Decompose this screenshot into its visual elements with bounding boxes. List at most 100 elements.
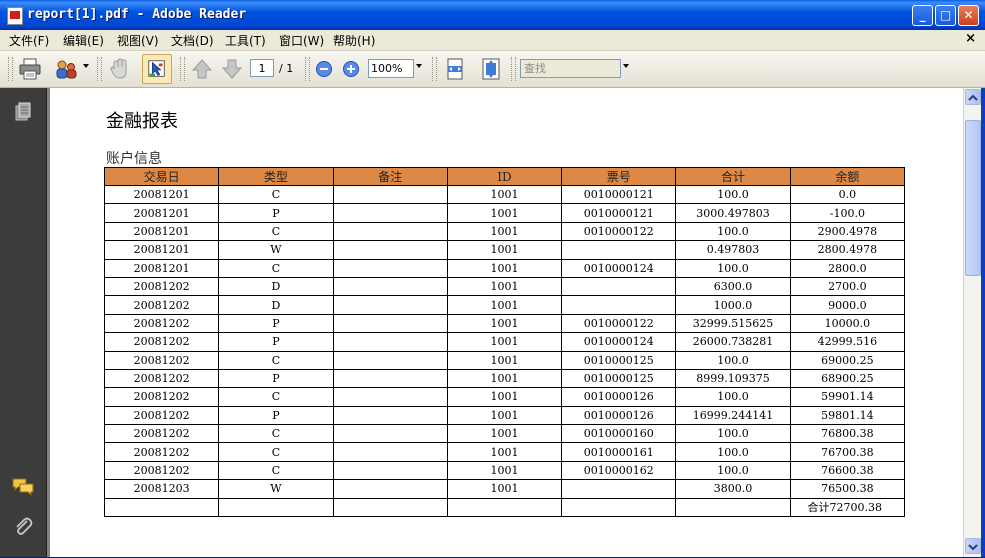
column-header: 合计 bbox=[675, 167, 791, 186]
toolbar-grip[interactable] bbox=[432, 57, 437, 81]
zoom-out-icon[interactable] bbox=[315, 60, 333, 78]
table-cell: 100.0 bbox=[675, 442, 791, 462]
table-cell: 3800.0 bbox=[675, 479, 791, 499]
table-cell bbox=[332, 203, 448, 223]
scroll-up-button[interactable] bbox=[965, 89, 981, 105]
table-cell: 2700.0 bbox=[789, 276, 906, 297]
table-cell: 1001 bbox=[446, 258, 563, 278]
minimize-button[interactable]: _ bbox=[912, 5, 933, 26]
table-cell: 2900.4978 bbox=[789, 221, 906, 242]
table-cell: 1001 bbox=[446, 240, 563, 260]
table-cell bbox=[675, 497, 791, 518]
scroll-thumb[interactable] bbox=[965, 120, 981, 276]
share-icon[interactable] bbox=[54, 57, 78, 81]
fit-page-icon[interactable] bbox=[479, 57, 503, 81]
table-cell: C bbox=[218, 460, 334, 481]
table-cell: 0010000124 bbox=[561, 332, 677, 352]
table-cell: 20081202 bbox=[103, 460, 220, 481]
search-input[interactable]: 查找 bbox=[520, 59, 621, 78]
hand-tool-icon[interactable] bbox=[108, 57, 132, 81]
toolbar-grip[interactable] bbox=[511, 57, 516, 81]
maximize-button[interactable]: □ bbox=[935, 5, 956, 26]
table-cell: 20081201 bbox=[103, 258, 220, 278]
zoom-in-icon[interactable] bbox=[342, 60, 360, 78]
table-cell: 1001 bbox=[446, 313, 563, 334]
select-tool-button[interactable] bbox=[142, 54, 172, 84]
search-dropdown-icon[interactable] bbox=[623, 64, 629, 68]
menu-file[interactable]: 文件(F) bbox=[9, 32, 49, 49]
table-cell bbox=[332, 240, 448, 260]
total-value: 合计72700.38 bbox=[789, 497, 906, 518]
table-cell: 20081202 bbox=[103, 332, 220, 352]
toolbar-grip[interactable] bbox=[97, 57, 102, 81]
table-cell: 76600.38 bbox=[789, 460, 906, 481]
page-number-input[interactable]: 1 bbox=[250, 59, 274, 77]
document-close-icon[interactable]: × bbox=[965, 31, 976, 46]
navigation-panel bbox=[0, 88, 47, 557]
table-cell bbox=[332, 295, 448, 315]
menu-edit[interactable]: 编辑(E) bbox=[63, 32, 104, 49]
report-title: 金融报表 bbox=[106, 111, 178, 132]
table-cell bbox=[561, 497, 677, 518]
table-cell: 100.0 bbox=[675, 460, 791, 481]
scroll-down-button[interactable] bbox=[965, 538, 981, 554]
table-cell: W bbox=[218, 479, 334, 499]
close-button[interactable]: ✕ bbox=[958, 5, 979, 26]
table-cell: 68900.25 bbox=[789, 368, 906, 389]
table-cell: P bbox=[218, 313, 334, 334]
toolbar-grip[interactable] bbox=[180, 57, 185, 81]
table-cell: 20081202 bbox=[103, 442, 220, 462]
next-page-icon[interactable] bbox=[220, 57, 244, 81]
table-cell: 0010000121 bbox=[561, 203, 677, 223]
vertical-scrollbar[interactable] bbox=[963, 88, 982, 557]
table-cell: 0010000126 bbox=[561, 387, 677, 407]
menu-window[interactable]: 窗口(W) bbox=[279, 32, 324, 49]
attachments-icon[interactable] bbox=[13, 516, 33, 536]
table-cell: 1001 bbox=[446, 203, 563, 223]
menu-view[interactable]: 视图(V) bbox=[117, 32, 159, 49]
table-body: 20081201 C 1001 0010000121 100.0 0.0 20081201 P… bbox=[103, 184, 906, 518]
table-cell: 16999.244141 bbox=[675, 405, 791, 426]
table-cell: 9000.0 bbox=[789, 295, 906, 315]
title-bar[interactable]: report[1].pdf - Adobe Reader _ □ ✕ bbox=[0, 0, 985, 30]
fit-width-icon[interactable] bbox=[443, 57, 467, 81]
prev-page-icon[interactable] bbox=[190, 57, 214, 81]
account-table: 交易日 类型 备注 ID 票号 合计 余额 20081201 C 1001 00100… bbox=[103, 167, 906, 518]
table-cell: C bbox=[218, 258, 334, 278]
table-cell: 20081202 bbox=[103, 350, 220, 370]
pdf-page[interactable]: 金融报表 账户信息 交易日 类型 备注 ID 票号 合计 余额 20081201… bbox=[50, 88, 963, 557]
table-header-row: 交易日 类型 备注 ID 票号 合计 余额 bbox=[103, 167, 906, 186]
table-cell: 20081201 bbox=[103, 184, 220, 205]
chevron-down-icon bbox=[968, 544, 978, 551]
menu-document[interactable]: 文档(D) bbox=[171, 32, 214, 49]
zoom-level-input[interactable]: 100% bbox=[368, 59, 414, 78]
page-total: / 1 bbox=[279, 62, 294, 75]
table-cell bbox=[332, 460, 448, 481]
window-border bbox=[981, 88, 985, 557]
menu-help[interactable]: 帮助(H) bbox=[333, 32, 375, 49]
table-cell: W bbox=[218, 240, 334, 260]
toolbar-grip[interactable] bbox=[8, 57, 13, 81]
table-cell: 100.0 bbox=[675, 350, 791, 370]
comments-icon[interactable] bbox=[11, 476, 35, 498]
menu-tools[interactable]: 工具(T) bbox=[225, 32, 266, 49]
pages-icon[interactable] bbox=[13, 102, 33, 122]
print-icon[interactable] bbox=[18, 57, 42, 81]
table-row: 20081202 P 1001 0010000122 32999.515625 10000… bbox=[103, 313, 906, 334]
toolbar-grip[interactable] bbox=[305, 57, 310, 81]
share-dropdown-icon[interactable] bbox=[83, 64, 89, 68]
pdf-app-icon[interactable] bbox=[7, 7, 23, 25]
table-cell: 0010000161 bbox=[561, 442, 677, 462]
table-cell bbox=[332, 332, 448, 352]
table-cell bbox=[332, 368, 448, 389]
table-cell: 1001 bbox=[446, 424, 563, 444]
table-cell: P bbox=[218, 368, 334, 389]
table-cell: P bbox=[218, 405, 334, 426]
document-viewport[interactable]: 金融报表 账户信息 交易日 类型 备注 ID 票号 合计 余额 20081201… bbox=[47, 88, 963, 557]
window-title: report[1].pdf - Adobe Reader bbox=[27, 7, 247, 22]
table-row: 20081202 P 1001 0010000124 26000.738281 42999… bbox=[103, 332, 906, 352]
zoom-dropdown-icon[interactable] bbox=[416, 64, 422, 68]
table-cell: 0.497803 bbox=[675, 240, 791, 260]
table-cell: D bbox=[218, 295, 334, 315]
table-cell bbox=[332, 276, 448, 297]
